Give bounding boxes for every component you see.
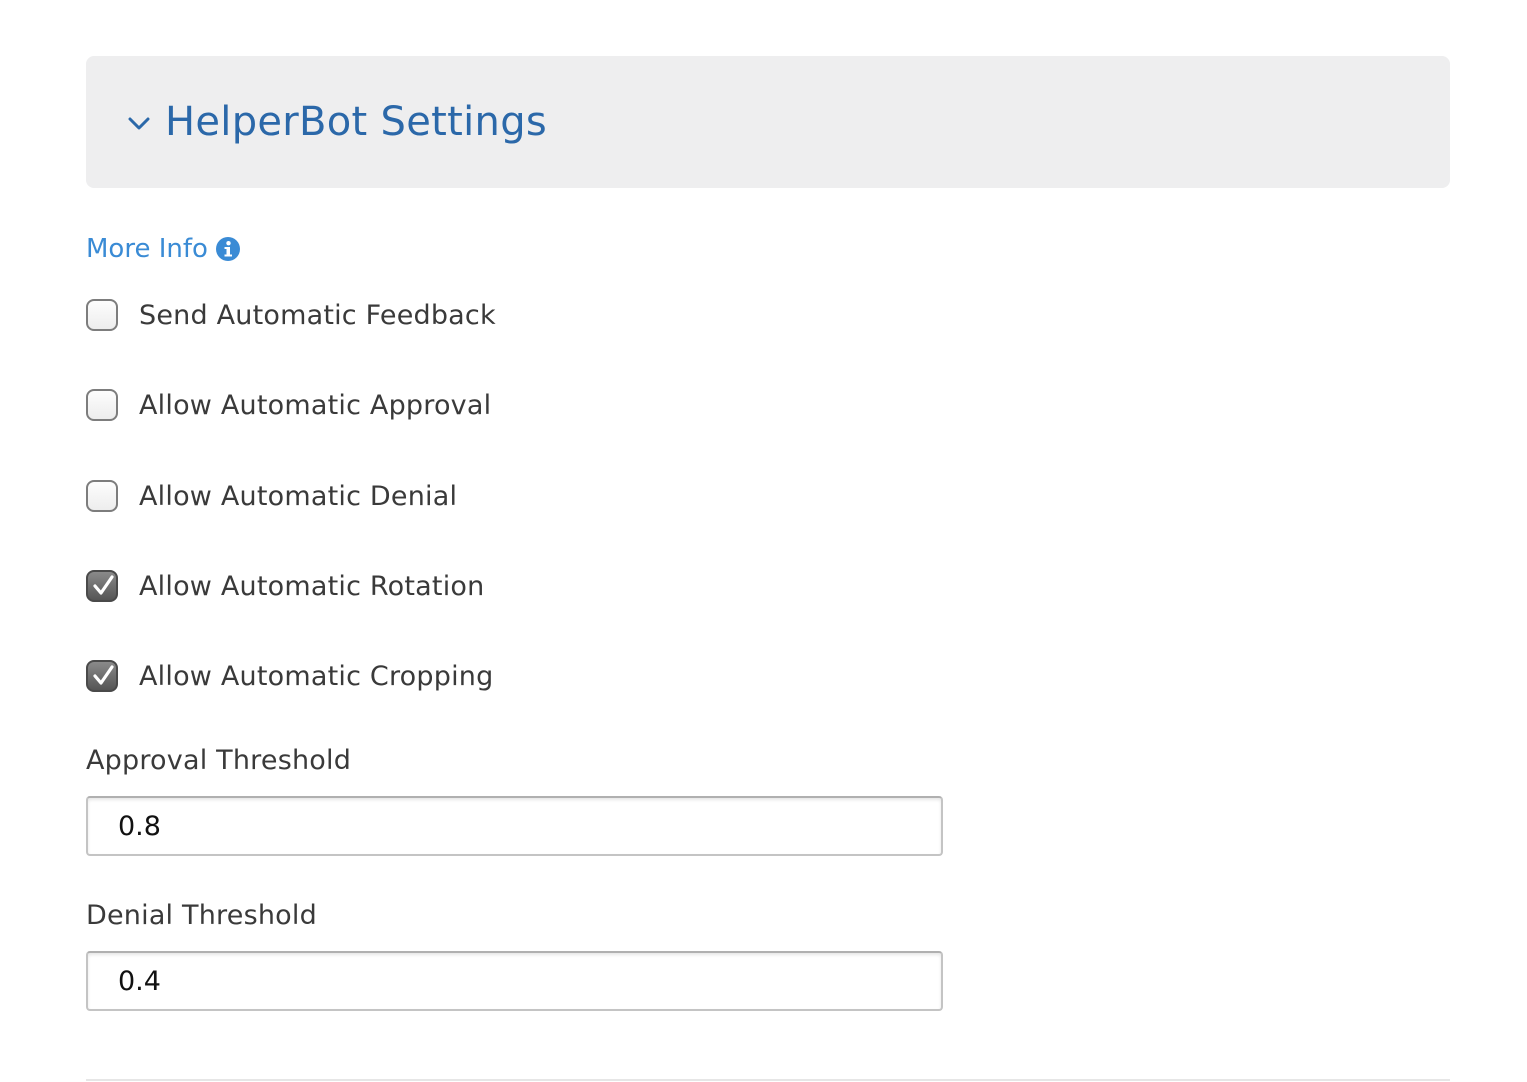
- chevron-down-icon[interactable]: [126, 110, 152, 136]
- option-label: Allow Automatic Approval: [139, 389, 492, 421]
- option-allow-automatic-approval[interactable]: Allow Automatic Approval: [86, 385, 491, 425]
- option-allow-automatic-denial[interactable]: Allow Automatic Denial: [86, 476, 457, 516]
- option-label: Send Automatic Feedback: [139, 299, 496, 331]
- option-label: Allow Automatic Rotation: [139, 570, 485, 602]
- denial-threshold-input[interactable]: [86, 951, 943, 1011]
- checkbox[interactable]: [86, 299, 118, 331]
- checkbox[interactable]: [86, 480, 118, 512]
- checkmark-icon: [93, 665, 114, 685]
- denial-threshold-label: Denial Threshold: [86, 900, 317, 931]
- option-allow-automatic-rotation[interactable]: Allow Automatic Rotation: [86, 566, 484, 606]
- more-info-label: More Info: [86, 234, 208, 264]
- checkbox[interactable]: [86, 570, 118, 602]
- checkmark-icon: [93, 575, 114, 595]
- approval-threshold-label: Approval Threshold: [86, 745, 352, 776]
- panel-title[interactable]: HelperBot Settings: [165, 96, 547, 148]
- checkbox[interactable]: [86, 389, 118, 421]
- option-allow-automatic-cropping[interactable]: Allow Automatic Cropping: [86, 656, 493, 696]
- approval-threshold-input[interactable]: [86, 796, 943, 856]
- option-label: Allow Automatic Denial: [139, 480, 458, 512]
- checkbox[interactable]: [86, 660, 118, 692]
- divider: [86, 1079, 1450, 1081]
- info-circle-icon: [215, 237, 240, 261]
- more-info-link[interactable]: More Info: [86, 231, 240, 267]
- option-label: Allow Automatic Cropping: [139, 660, 494, 692]
- option-send-automatic-feedback[interactable]: Send Automatic Feedback: [86, 295, 496, 335]
